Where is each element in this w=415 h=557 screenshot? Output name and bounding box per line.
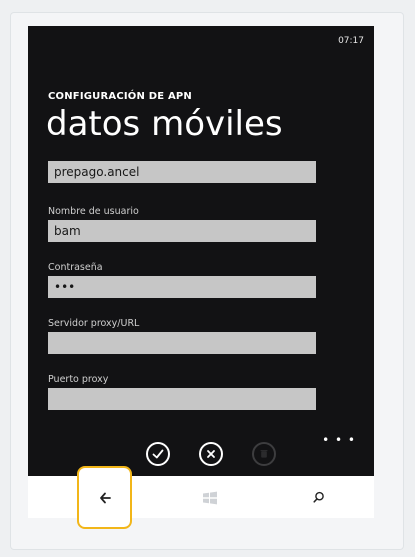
cancel-icon bbox=[207, 450, 215, 458]
proxy-port-label: Puerto proxy bbox=[48, 374, 109, 385]
password-input[interactable]: ••• bbox=[48, 276, 316, 298]
app-title: CONFIGURACIÓN DE APN bbox=[48, 91, 192, 102]
windows-logo-icon bbox=[203, 491, 217, 505]
back-button[interactable] bbox=[77, 466, 132, 529]
delete-button[interactable] bbox=[252, 442, 276, 466]
apn-field: prepago.ancel bbox=[48, 161, 316, 183]
search-button[interactable] bbox=[311, 489, 327, 505]
cancel-button[interactable] bbox=[199, 442, 223, 466]
username-input[interactable]: bam bbox=[48, 220, 316, 242]
status-time: 07:17 bbox=[338, 36, 364, 46]
more-dots-icon[interactable]: • • • bbox=[322, 433, 356, 447]
proxy-server-field: Servidor proxy/URL bbox=[48, 318, 316, 354]
delete-icon bbox=[260, 450, 268, 458]
save-button[interactable] bbox=[146, 442, 170, 466]
search-icon bbox=[313, 491, 324, 503]
windows-button[interactable] bbox=[201, 489, 219, 507]
proxy-server-input[interactable] bbox=[48, 332, 316, 354]
check-icon bbox=[152, 449, 164, 459]
username-field: Nombre de usuario bam bbox=[48, 206, 316, 242]
back-arrow-icon bbox=[99, 492, 111, 503]
apn-input[interactable]: prepago.ancel bbox=[48, 161, 316, 183]
page-title: datos móviles bbox=[46, 104, 283, 144]
proxy-port-input[interactable] bbox=[48, 388, 316, 410]
password-label: Contraseña bbox=[48, 262, 103, 273]
proxy-port-field: Puerto proxy bbox=[48, 374, 316, 410]
username-label: Nombre de usuario bbox=[48, 206, 139, 217]
proxy-server-label: Servidor proxy/URL bbox=[48, 318, 140, 329]
password-field: Contraseña ••• bbox=[48, 262, 316, 298]
